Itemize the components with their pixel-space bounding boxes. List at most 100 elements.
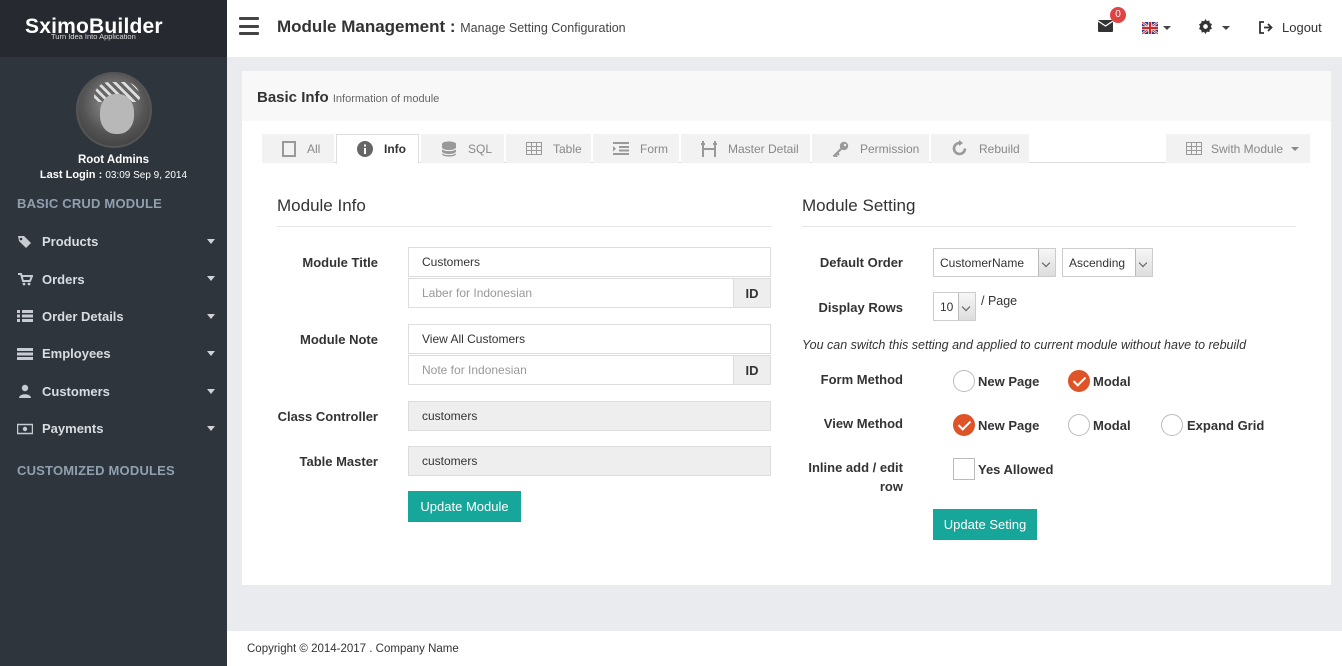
display-rows-select[interactable]: 10 (933, 292, 976, 321)
last-login-value: 03:09 Sep 9, 2014 (105, 170, 188, 181)
panel-subtitle: Information of module (332, 93, 440, 105)
sidebar-item-products[interactable]: Products (0, 223, 227, 260)
uk-flag-icon[interactable] (1142, 22, 1158, 34)
view-method-expand-grid-radio[interactable] (1161, 414, 1183, 436)
order-field-value: CustomerName (940, 255, 1025, 270)
language-caret-icon[interactable] (1163, 26, 1171, 30)
section-customized-modules: CUSTOMIZED MODULES (17, 463, 175, 479)
logout-link[interactable]: Logout (1259, 20, 1322, 35)
form-method-new-page-label: New Page (978, 374, 1040, 389)
table-icon (526, 142, 542, 155)
refresh-icon (952, 140, 967, 156)
update-setting-button[interactable]: Update Seting (933, 509, 1037, 540)
page-title-main: Module Management : (277, 17, 456, 36)
tab-label: Permission (860, 141, 920, 156)
module-setting-heading: Module Setting (802, 196, 916, 215)
sidebar-item-order-details[interactable]: Order Details (0, 298, 227, 335)
cart-icon (18, 273, 33, 286)
order-direction-value: Ascending (1069, 255, 1126, 270)
grid-icon (1186, 142, 1202, 155)
tab-all[interactable]: All (262, 134, 334, 163)
tab-rebuild[interactable]: Rebuild (931, 134, 1029, 163)
chevron-down-icon (1038, 249, 1055, 276)
tab-label: All (307, 141, 321, 156)
sidebar-item-payments[interactable]: Payments (0, 410, 227, 447)
module-note-label: Module Note (300, 332, 378, 347)
module-info-heading: Module Info (277, 196, 366, 215)
last-login: Last Login : 03:09 Sep 9, 2014 (0, 169, 227, 181)
page-title-sub: Manage Setting Configuration (460, 21, 626, 35)
chevron-down-icon (207, 276, 215, 282)
setting-note: You can switch this setting and applied … (802, 338, 1247, 352)
form-icon (613, 142, 629, 155)
view-method-expand-grid-label: Expand Grid (1187, 418, 1265, 433)
sidebar-item-label: Order Details (42, 308, 124, 324)
tab-label: Info (384, 142, 406, 156)
tab-table[interactable]: Table (506, 134, 591, 163)
view-method-new-page-radio[interactable] (953, 414, 975, 436)
chevron-down-icon (207, 239, 215, 244)
logout-icon (1259, 21, 1273, 34)
panel-heading: Basic Info Information of module (242, 71, 1331, 121)
display-rows-label: Display Rows (818, 300, 903, 315)
view-method-modal-radio[interactable] (1068, 414, 1090, 436)
update-module-button[interactable]: Update Module (408, 491, 521, 522)
gear-icon[interactable] (1198, 19, 1213, 34)
tab-label: Rebuild (979, 141, 1020, 156)
columns-icon (701, 140, 717, 157)
view-method-modal-label: Modal (1093, 418, 1131, 433)
list-icon (17, 310, 33, 323)
settings-caret-icon[interactable] (1222, 26, 1230, 30)
module-setting-divider (802, 226, 1296, 227)
form-method-new-page-radio[interactable] (953, 370, 975, 392)
display-rows-value: 10 (940, 299, 954, 314)
chevron-down-icon (958, 293, 975, 320)
module-title-id-input[interactable]: Laber for Indonesian (408, 278, 734, 308)
brand-logo[interactable]: SximoBuilder Turn Idea Into Application (25, 16, 163, 41)
info-circle-icon (357, 141, 373, 157)
tab-permission[interactable]: Permission (812, 134, 929, 163)
switch-module-dropdown[interactable]: Swith Module (1166, 134, 1310, 163)
chevron-down-icon (1135, 249, 1152, 276)
key-icon (832, 141, 849, 157)
sidebar-item-employees[interactable]: Employees (0, 335, 227, 372)
panel-title: Basic Info (257, 89, 329, 106)
view-method-label: View Method (823, 416, 903, 431)
logout-label: Logout (1282, 20, 1322, 35)
class-controller-input[interactable]: customers (408, 401, 771, 431)
tab-label: Table (553, 141, 582, 156)
switch-module-label: Swith Module (1211, 141, 1284, 156)
sidebar-item-orders[interactable]: Orders (0, 260, 227, 297)
tab-label: Master Detail (728, 141, 799, 156)
table-master-input[interactable]: customers (408, 446, 771, 476)
order-direction-select[interactable]: Ascending (1062, 248, 1153, 277)
menu-toggle-icon[interactable] (239, 17, 259, 35)
avatar[interactable] (75, 72, 152, 148)
sidebar-item-label: Employees (42, 346, 111, 362)
module-info-divider (277, 226, 772, 227)
sidebar-item-label: Payments (42, 421, 104, 437)
main-panel: Basic Info Information of module All Inf… (242, 71, 1331, 585)
tab-master-detail[interactable]: Master Detail (681, 134, 810, 163)
inline-edit-label-line1: Inline add / edit (808, 460, 903, 475)
page-title: Module Management : Manage Setting Confi… (277, 17, 626, 37)
module-title-label: Module Title (302, 255, 378, 270)
inline-edit-checkbox[interactable] (953, 458, 975, 480)
sidebar-nav: Products Orders Order Details Employees … (0, 223, 227, 447)
table-master-label: Table Master (299, 454, 378, 469)
form-method-modal-radio[interactable] (1068, 370, 1090, 392)
form-method-modal-label: Modal (1093, 374, 1131, 389)
order-field-select[interactable]: CustomerName (933, 248, 1056, 277)
module-note-input[interactable]: View All Customers (408, 324, 771, 354)
chevron-down-icon (207, 313, 215, 319)
module-tabs: All Info SQL Table Form Master Detail Pe… (262, 133, 1310, 164)
sidebar-item-customers[interactable]: Customers (0, 373, 227, 410)
tab-form[interactable]: Form (593, 134, 679, 163)
module-note-id-input[interactable]: Note for Indonesian (408, 355, 734, 385)
server-icon (17, 347, 33, 360)
tab-sql[interactable]: SQL (421, 134, 504, 163)
sidebar-item-label: Customers (42, 383, 110, 399)
tab-info[interactable]: Info (336, 134, 419, 164)
envelope-icon[interactable] (1098, 20, 1113, 32)
module-title-input[interactable]: Customers (408, 247, 771, 277)
